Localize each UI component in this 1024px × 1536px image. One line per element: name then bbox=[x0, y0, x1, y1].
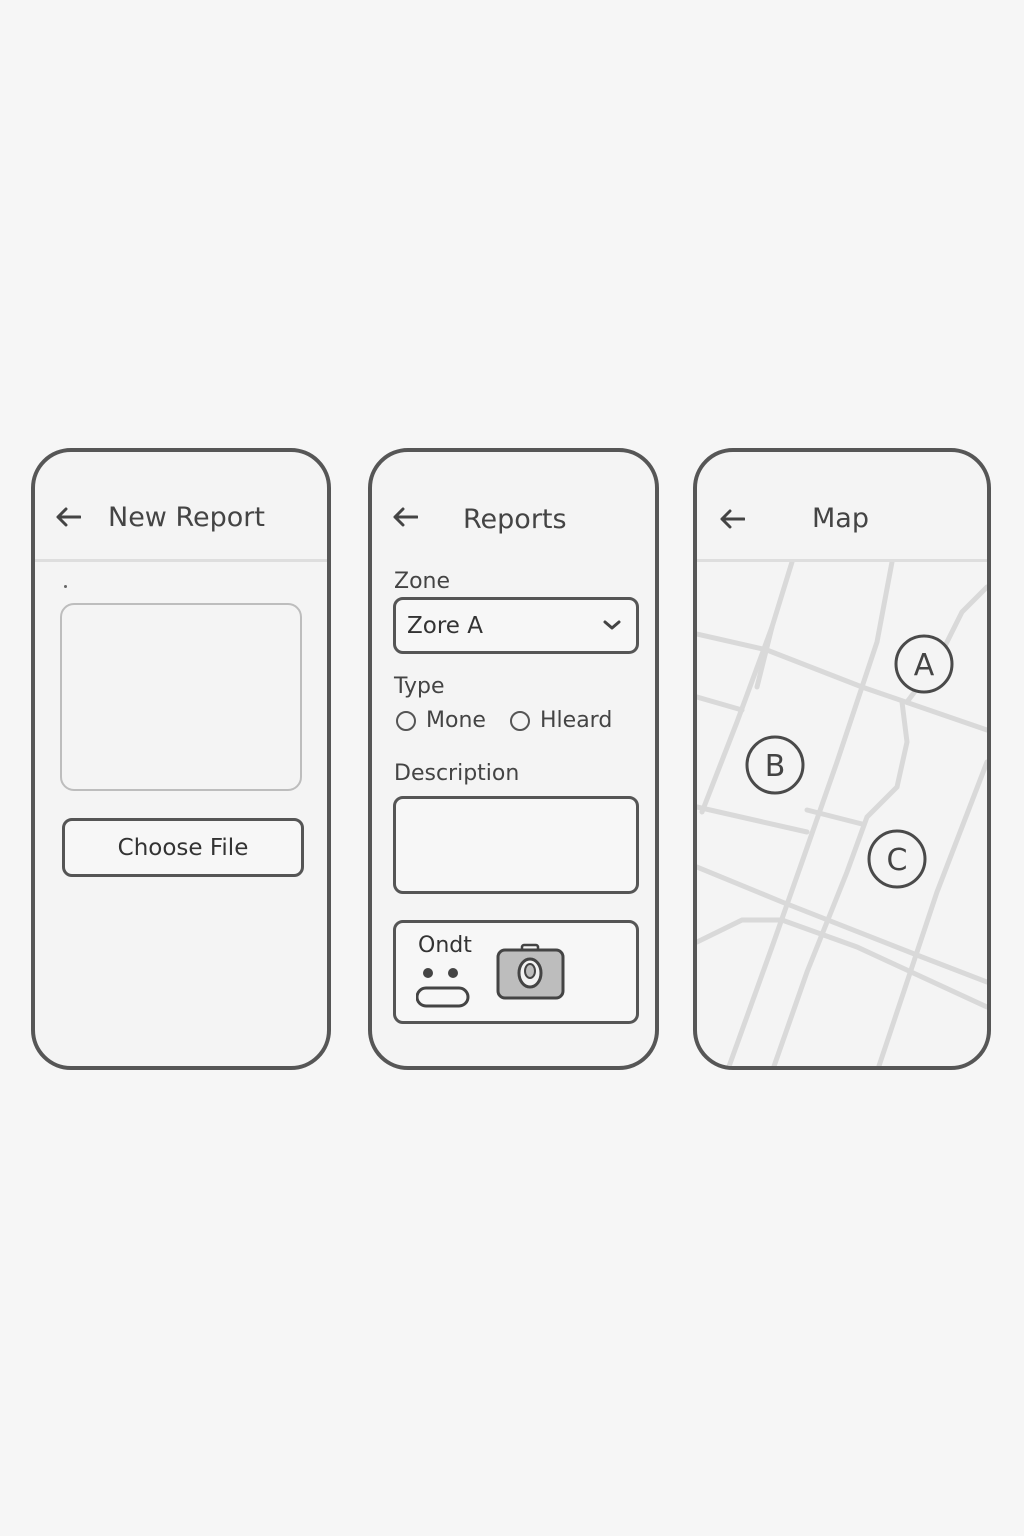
radio-button[interactable] bbox=[510, 710, 530, 731]
radio-button[interactable] bbox=[396, 710, 416, 731]
description-label: Description bbox=[394, 761, 520, 786]
phone-map: Map A B C bbox=[693, 448, 991, 1070]
header: Reports bbox=[372, 452, 655, 562]
image-preview-box bbox=[60, 603, 302, 791]
marker-label: C bbox=[887, 843, 908, 878]
description-textarea[interactable] bbox=[393, 796, 639, 894]
radio-label: Mone bbox=[426, 708, 486, 733]
phone-new-report: New Report Choose File bbox=[31, 448, 331, 1070]
header: Map bbox=[697, 452, 987, 562]
marker-label: A bbox=[914, 648, 935, 683]
zone-select[interactable]: Zore A bbox=[393, 597, 639, 654]
back-arrow-icon[interactable] bbox=[55, 506, 81, 528]
radio-label: Hleard bbox=[540, 708, 613, 733]
page-title: Reports bbox=[463, 504, 567, 535]
back-arrow-icon[interactable] bbox=[719, 508, 745, 530]
map-marker-a[interactable]: A bbox=[894, 634, 954, 694]
phone-reports: Reports Zone Zore A Type Mone Hleard Des… bbox=[368, 448, 659, 1070]
attachment-panel: Ondt bbox=[393, 920, 639, 1024]
choose-file-button[interactable]: Choose File bbox=[62, 818, 304, 877]
map-road bbox=[859, 562, 895, 690]
map-road bbox=[876, 759, 987, 1066]
map-marker-b[interactable]: B bbox=[745, 735, 805, 795]
map-road bbox=[697, 804, 810, 835]
zone-select-value: Zore A bbox=[407, 613, 483, 639]
chevron-down-icon bbox=[603, 620, 621, 630]
camera-icon[interactable] bbox=[496, 943, 566, 1001]
back-arrow-icon[interactable] bbox=[392, 506, 418, 528]
map-marker-c[interactable]: C bbox=[867, 829, 927, 889]
page-title: Map bbox=[812, 503, 869, 534]
emoji-icon[interactable] bbox=[416, 965, 472, 1009]
map-view[interactable]: A B C bbox=[697, 562, 987, 1070]
page-title: New Report bbox=[108, 502, 265, 533]
attachment-label: Ondt bbox=[418, 933, 472, 958]
zone-label: Zone bbox=[394, 569, 451, 594]
marker-label: B bbox=[765, 749, 786, 784]
map-road bbox=[697, 694, 745, 713]
type-radio-option[interactable]: Hleard bbox=[510, 708, 612, 733]
type-label: Type bbox=[394, 674, 445, 699]
speck bbox=[64, 585, 67, 588]
type-radio-option[interactable]: Mone bbox=[396, 708, 486, 733]
header: New Report bbox=[35, 452, 327, 562]
